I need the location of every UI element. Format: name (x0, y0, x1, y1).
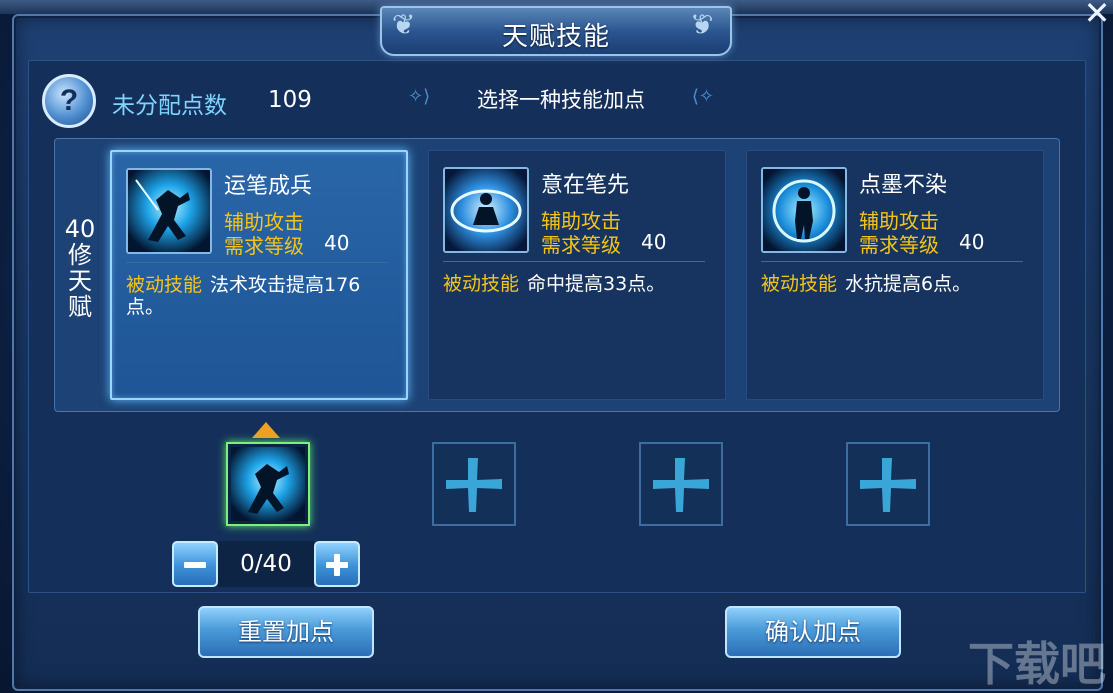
confirm-points-button[interactable]: 确认加点 (725, 606, 901, 658)
talent-req-label: 需求等级 (224, 234, 304, 258)
talent-card-dianmo[interactable]: 点墨不染 辅助攻击 需求等级 40 被动技能 水抗提高6点。 (746, 150, 1044, 400)
talent-slot-4[interactable] (846, 442, 930, 526)
close-icon[interactable]: ✕ (1083, 0, 1111, 29)
divider (443, 261, 705, 262)
add-slot-icon (653, 458, 709, 512)
window-title: 天赋技能 (501, 22, 610, 52)
talent-req-label: 需求等级 (859, 233, 939, 257)
unassigned-points-value: 109 (268, 87, 312, 113)
talent-req-value: 40 (641, 230, 667, 254)
passive-tag: 被动技能 (443, 273, 520, 295)
talent-description: 被动技能 水抗提高6点。 (761, 273, 1031, 295)
talent-name: 点墨不染 (859, 173, 948, 198)
talent-description: 被动技能 法术攻击提高176点。 (126, 274, 396, 318)
add-slot-icon (860, 458, 916, 512)
talent-slot-1[interactable] (226, 442, 310, 526)
talent-effect: 水抗提高6点。 (845, 273, 972, 295)
talent-effect: 命中提高33点。 (527, 273, 666, 295)
talent-name: 运笔成兵 (224, 174, 313, 199)
talent-slot-2[interactable] (432, 442, 516, 526)
talent-card-yunbi[interactable]: 运笔成兵 辅助攻击 需求等级 40 被动技能 法术攻击提高176点。 (110, 150, 408, 400)
sword-figure-icon (126, 168, 212, 254)
talent-req-value: 40 (324, 231, 350, 255)
reset-points-button[interactable]: 重置加点 (198, 606, 374, 658)
talent-req-value: 40 (959, 230, 985, 254)
passive-tag: 被动技能 (761, 273, 838, 295)
talent-card-yizai[interactable]: 意在笔先 辅助攻击 需求等级 40 被动技能 命中提高33点。 (428, 150, 726, 400)
passive-tag: 被动技能 (126, 274, 203, 296)
talent-name: 意在笔先 (541, 173, 630, 198)
divider (761, 261, 1023, 262)
water-vortex-figure-icon (761, 167, 847, 253)
meditation-aura-icon (443, 167, 529, 253)
talent-slot-3[interactable] (639, 442, 723, 526)
selected-slot-arrow-icon (252, 422, 280, 438)
watermark: 下载吧 (968, 637, 1106, 691)
hint-right-ornament-icon: ⟨✧ (691, 86, 714, 107)
help-button[interactable]: ? (42, 74, 96, 128)
divider (126, 262, 388, 263)
increase-points-button[interactable] (314, 541, 360, 587)
decrease-points-button[interactable] (172, 541, 218, 587)
add-slot-icon (446, 458, 502, 512)
unassigned-points-label: 未分配点数 (112, 93, 227, 119)
tier-label: 40修天赋 (64, 215, 96, 321)
talent-req-label: 需求等级 (541, 233, 621, 257)
hint-banner: ✧⟩ 选择一种技能加点 ⟨✧ (408, 76, 714, 118)
sword-figure-icon (231, 447, 305, 521)
points-stepper-value: 0/40 (218, 541, 314, 587)
talent-description: 被动技能 命中提高33点。 (443, 273, 713, 295)
hint-text: 选择一种技能加点 (477, 88, 645, 112)
